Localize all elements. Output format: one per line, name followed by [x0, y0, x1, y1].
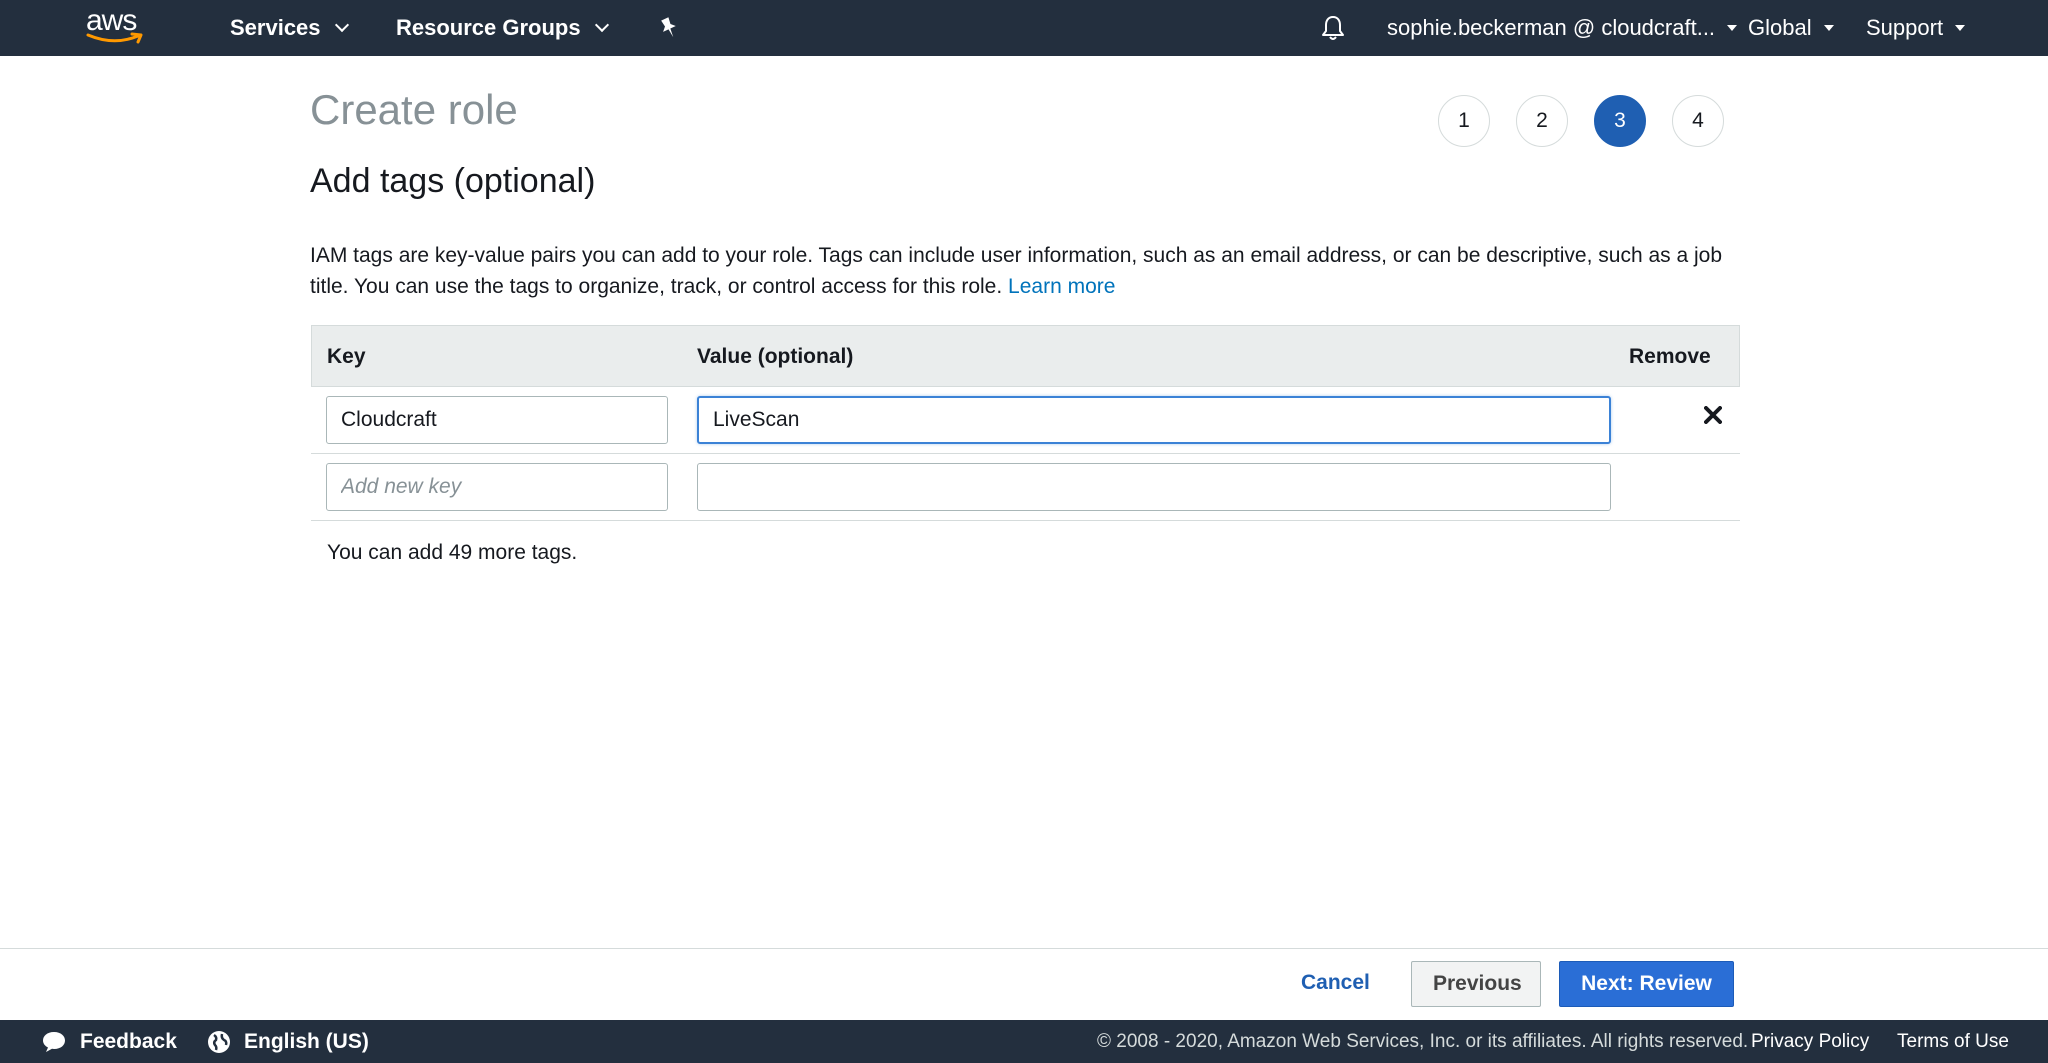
region-menu[interactable]: Global	[1748, 0, 1834, 56]
tags-table-header: Key Value (optional) Remove	[311, 325, 1740, 387]
feedback-label: Feedback	[80, 1029, 177, 1053]
description: IAM tags are key-value pairs you can add…	[310, 240, 1730, 302]
feedback-button[interactable]: Feedback	[40, 1020, 177, 1063]
chevron-down-icon	[594, 17, 609, 33]
next-review-button[interactable]: Next: Review	[1559, 961, 1734, 1007]
header-key: Key	[327, 345, 366, 368]
resource-groups-menu[interactable]: Resource Groups	[396, 0, 609, 56]
page-footer: Feedback English (US) © 2008 - 2020, Ama…	[0, 1020, 2048, 1063]
remaining-tags-text: You can add 49 more tags.	[327, 541, 578, 564]
bell-icon	[1322, 16, 1344, 40]
remove-tag-button[interactable]	[1699, 401, 1727, 429]
caret-down-icon	[1727, 25, 1738, 31]
language-selector[interactable]: English (US)	[206, 1020, 369, 1063]
previous-button[interactable]: Previous	[1411, 961, 1541, 1007]
learn-more-link[interactable]: Learn more	[1008, 275, 1115, 298]
terms-of-use-link[interactable]: Terms of Use	[1897, 1020, 2009, 1063]
resource-groups-label: Resource Groups	[396, 15, 581, 40]
region-label: Global	[1748, 15, 1812, 40]
caret-down-icon	[1823, 25, 1834, 31]
language-label: English (US)	[244, 1029, 369, 1053]
support-menu[interactable]: Support	[1866, 0, 1966, 56]
tag-key-input[interactable]	[326, 396, 668, 444]
table-row	[311, 387, 1740, 454]
header-value: Value (optional)	[697, 345, 854, 368]
chevron-down-icon	[334, 17, 349, 33]
copyright-text: © 2008 - 2020, Amazon Web Services, Inc.…	[1097, 1030, 1749, 1052]
wizard-steps: 1 2 3 4	[1438, 95, 1724, 147]
account-label: sophie.beckerman @ cloudcraft...	[1387, 15, 1716, 40]
services-label: Services	[230, 15, 321, 40]
aws-smile-icon	[86, 32, 143, 44]
step-4: 4	[1672, 95, 1724, 147]
tags-table: Key Value (optional) Remove You can add …	[311, 325, 1740, 564]
step-2[interactable]: 2	[1516, 95, 1568, 147]
action-bar: Cancel Previous Next: Review	[0, 948, 2048, 1020]
account-menu[interactable]: sophie.beckerman @ cloudcraft...	[1387, 0, 1738, 56]
top-navigation: aws Services Resource Groups sophie.beck…	[0, 0, 2048, 56]
aws-logo[interactable]: aws	[86, 6, 152, 48]
step-1[interactable]: 1	[1438, 95, 1490, 147]
step-3[interactable]: 3	[1594, 95, 1646, 147]
page-title: Create role	[310, 86, 518, 133]
cancel-button[interactable]: Cancel	[1301, 971, 1370, 995]
caret-down-icon	[1955, 25, 1966, 31]
new-tag-value-input[interactable]	[697, 463, 1611, 511]
privacy-policy-link[interactable]: Privacy Policy	[1751, 1020, 1869, 1063]
pin-button[interactable]	[658, 0, 680, 56]
tag-value-input[interactable]	[697, 396, 1611, 444]
notifications-button[interactable]	[1320, 0, 1346, 56]
section-title: Add tags (optional)	[310, 162, 596, 200]
services-menu[interactable]: Services	[230, 0, 349, 56]
close-icon	[1704, 406, 1722, 424]
table-row	[311, 454, 1740, 521]
speech-bubble-icon	[43, 1031, 65, 1052]
header-remove: Remove	[1629, 345, 1711, 368]
globe-icon	[208, 1030, 230, 1053]
new-tag-key-input[interactable]	[326, 463, 668, 511]
pin-icon	[661, 17, 676, 38]
support-label: Support	[1866, 15, 1944, 40]
